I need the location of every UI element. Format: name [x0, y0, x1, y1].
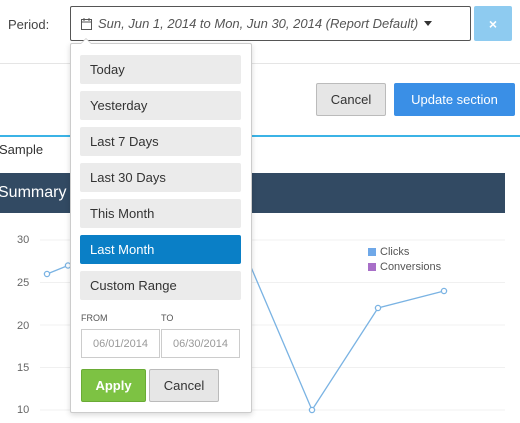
range-today[interactable]: Today	[80, 55, 241, 84]
caret-down-icon	[424, 21, 433, 26]
legend-label: Conversions	[380, 260, 442, 273]
cancel-button[interactable]: Cancel	[316, 83, 386, 116]
dropdown-cancel-button[interactable]: Cancel	[149, 369, 219, 402]
chart-legend: Clicks Conversions	[368, 244, 441, 274]
tab-sample[interactable]: Sample	[0, 142, 43, 157]
to-date-input[interactable]: 06/30/2014	[161, 329, 240, 358]
legend-item: Clicks	[368, 244, 441, 259]
range-yesterday[interactable]: Yesterday	[80, 91, 241, 120]
range-last-month[interactable]: Last Month	[80, 235, 241, 264]
from-label: FROM	[81, 313, 108, 323]
clear-period-button[interactable]: ×	[474, 6, 512, 41]
y-tick: 30	[17, 234, 30, 246]
legend-swatch	[368, 262, 376, 271]
calendar-icon	[81, 17, 92, 30]
range-last-30-days[interactable]: Last 30 Days	[80, 163, 241, 192]
y-tick: 10	[17, 404, 30, 416]
range-this-month[interactable]: This Month	[80, 199, 241, 228]
legend-swatch	[368, 247, 376, 256]
legend-label: Clicks	[380, 245, 410, 258]
update-section-button[interactable]: Update section	[394, 83, 515, 116]
dropdown-arrow-inner	[81, 39, 91, 44]
period-select[interactable]: Sun, Jun 1, 2014 to Mon, Jun 30, 2014 (R…	[70, 6, 471, 41]
range-last-7-days[interactable]: Last 7 Days	[80, 127, 241, 156]
y-tick: 25	[17, 277, 30, 289]
close-icon: ×	[488, 15, 498, 32]
y-tick: 20	[17, 320, 30, 332]
period-value: Sun, Jun 1, 2014 to Mon, Jun 30, 2014 (R…	[98, 16, 419, 31]
from-date-input[interactable]: 06/01/2014	[81, 329, 160, 358]
y-tick: 15	[17, 362, 30, 374]
range-custom[interactable]: Custom Range	[80, 271, 241, 300]
legend-item: Conversions	[368, 259, 441, 274]
to-label: TO	[161, 313, 174, 323]
apply-button[interactable]: Apply	[81, 369, 146, 402]
section-title: Summary	[0, 184, 67, 201]
period-label: Period:	[8, 17, 50, 32]
